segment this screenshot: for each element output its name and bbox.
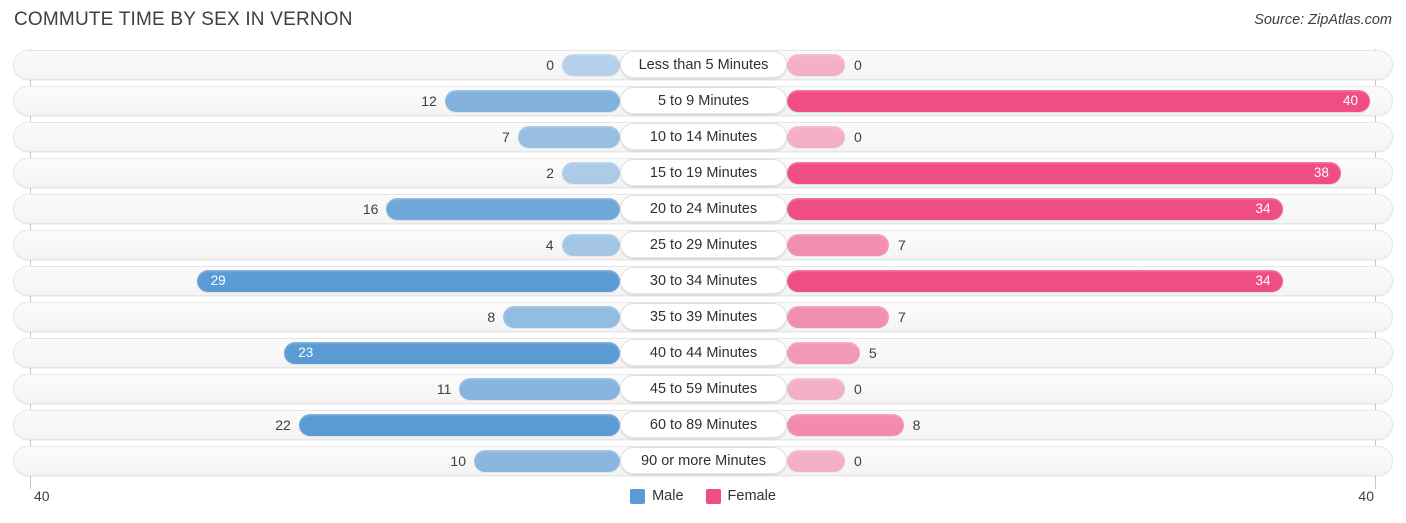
chart-legend: Male Female — [0, 488, 1406, 504]
bar-value-male: 12 — [421, 93, 437, 109]
bar-value-female: 0 — [854, 129, 862, 145]
bar-row: 10 0 90 or more Minutes — [0, 446, 1406, 476]
bar-male[interactable] — [298, 414, 620, 436]
category-label-pill: 35 to 39 Minutes — [620, 303, 787, 330]
bar-value-male: 10 — [450, 453, 466, 469]
category-label-pill: 5 to 9 Minutes — [620, 87, 787, 114]
bar-value-male: 16 — [362, 201, 379, 217]
bar-female[interactable] — [787, 306, 890, 328]
legend-swatch-icon — [705, 488, 721, 504]
bar-male[interactable] — [561, 234, 620, 256]
category-label-pill: 10 to 14 Minutes — [620, 123, 787, 150]
bar-female[interactable] — [787, 198, 1283, 220]
bar-value-male: 0 — [546, 57, 554, 73]
bar-row: 16 34 20 to 24 Minutes — [0, 194, 1406, 224]
bar-value-female: 34 — [1255, 273, 1271, 288]
bar-value-female: 0 — [854, 453, 862, 469]
bar-male[interactable] — [474, 450, 620, 472]
bar-value-female: 40 — [1342, 93, 1358, 108]
bar-female[interactable] — [787, 234, 890, 256]
bar-male[interactable] — [444, 90, 620, 112]
page-title: COMMUTE TIME BY SEX IN VERNON — [14, 9, 353, 30]
bar-female[interactable] — [787, 450, 845, 472]
bar-female[interactable] — [787, 270, 1283, 292]
bar-male[interactable] — [196, 270, 620, 292]
bar-female[interactable] — [787, 162, 1341, 184]
bar-male[interactable] — [459, 378, 620, 400]
legend-item[interactable]: Female — [705, 488, 776, 504]
bar-row: 29 34 30 to 34 Minutes — [0, 266, 1406, 296]
bar-value-female: 0 — [854, 57, 862, 73]
bar-value-female: 5 — [868, 345, 877, 361]
bar-value-female: 7 — [898, 237, 906, 253]
chart-footer: 40 40 Male Female — [0, 485, 1406, 523]
bar-male[interactable] — [517, 126, 620, 148]
category-label-pill: 40 to 44 Minutes — [620, 339, 787, 366]
bar-value-male: 7 — [502, 129, 510, 145]
bar-value-male: 29 — [210, 273, 226, 288]
bar-value-male: 4 — [545, 237, 554, 253]
category-label-pill: 20 to 24 Minutes — [620, 195, 787, 222]
bar-value-male: 2 — [546, 165, 554, 181]
legend-label: Female — [727, 488, 776, 504]
source-attribution: Source: ZipAtlas.com — [1254, 12, 1392, 28]
legend-swatch-icon — [630, 488, 646, 504]
legend-label: Male — [652, 488, 684, 504]
bar-row: 22 8 60 to 89 Minutes — [0, 410, 1406, 440]
bar-female[interactable] — [787, 90, 1370, 112]
bar-female[interactable] — [787, 126, 845, 148]
bar-value-female: 34 — [1255, 201, 1271, 216]
bar-value-female: 8 — [912, 417, 921, 433]
bar-value-male: 23 — [298, 345, 314, 360]
bar-row: 8 7 35 to 39 Minutes — [0, 302, 1406, 332]
bar-male[interactable] — [386, 198, 620, 220]
bar-female[interactable] — [787, 54, 845, 76]
category-label-pill: Less than 5 Minutes — [620, 51, 787, 78]
category-label-pill: 60 to 89 Minutes — [620, 411, 787, 438]
bar-row: 7 0 10 to 14 Minutes — [0, 122, 1406, 152]
bar-male[interactable] — [562, 54, 620, 76]
bar-row: 12 40 5 to 9 Minutes — [0, 86, 1406, 116]
chart-plot-area: 0 0 Less than 5 Minutes 12 40 5 to 9 Minutes 7… — [0, 42, 1406, 489]
bar-male[interactable] — [284, 342, 620, 364]
category-label-pill: 90 or more Minutes — [620, 447, 787, 474]
bar-row: 0 0 Less than 5 Minutes — [0, 50, 1406, 80]
category-label-pill: 30 to 34 Minutes — [620, 267, 787, 294]
chart-header: COMMUTE TIME BY SEX IN VERNON Source: Zi… — [0, 0, 1406, 42]
bar-male[interactable] — [562, 162, 620, 184]
category-label-pill: 15 to 19 Minutes — [620, 159, 787, 186]
bar-row: 23 5 40 to 44 Minutes — [0, 338, 1406, 368]
bar-value-male: 22 — [275, 417, 291, 433]
bar-female[interactable] — [787, 378, 845, 400]
bar-row: 2 38 15 to 19 Minutes — [0, 158, 1406, 188]
bar-value-female: 0 — [854, 381, 862, 397]
bar-row: 4 7 25 to 29 Minutes — [0, 230, 1406, 260]
bar-male[interactable] — [503, 306, 620, 328]
legend-item[interactable]: Male — [630, 488, 684, 504]
category-label-pill: 45 to 59 Minutes — [620, 375, 787, 402]
bar-row: 11 0 45 to 59 Minutes — [0, 374, 1406, 404]
bar-rows-container: 0 0 Less than 5 Minutes 12 40 5 to 9 Minutes 7… — [0, 50, 1406, 482]
bar-value-male: 8 — [487, 309, 496, 325]
bar-value-male: 11 — [436, 381, 452, 397]
bar-female[interactable] — [787, 414, 904, 436]
bar-female[interactable] — [787, 342, 860, 364]
bar-value-female: 7 — [898, 309, 906, 325]
bar-value-female: 38 — [1313, 165, 1329, 180]
category-label-pill: 25 to 29 Minutes — [620, 231, 787, 258]
